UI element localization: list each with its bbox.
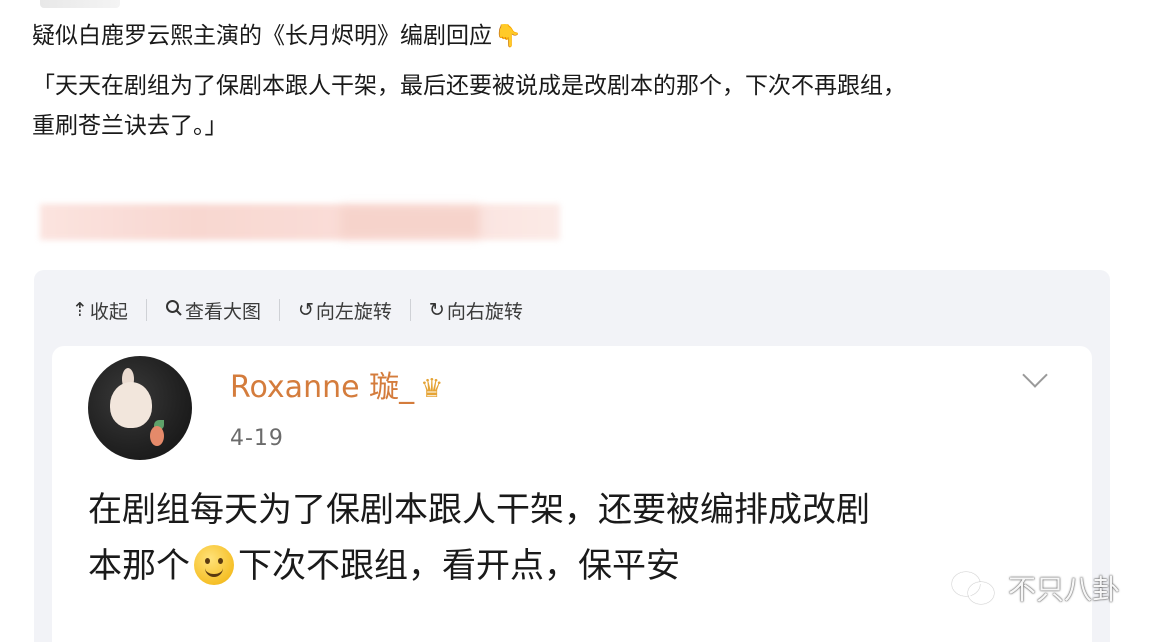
image-viewer-panel: ⇡ 收起 查看大图 ↺ 向左旋转 ↻ 向右旋转 Roxanne 璇_ ♛ 4-1… [34, 270, 1110, 642]
card-text-line-1: 在剧组每天为了保剧本跟人干架，还要被编排成改剧 [88, 490, 870, 530]
rotate-ccw-icon: ↺ [297, 299, 314, 321]
username[interactable]: Roxanne 璇_ ♛ [230, 368, 443, 409]
post-body-line-2: 重刷苍兰诀去了。」 [32, 113, 228, 139]
pointing-down-hand-icon: 👇 [494, 23, 522, 49]
rotate-left-button[interactable]: ↺ 向左旋转 [298, 297, 392, 324]
collapse-button[interactable]: ⇡ 收起 [72, 297, 128, 324]
wechat-icon [952, 570, 998, 606]
view-large-button[interactable]: 查看大图 [165, 297, 261, 324]
card-text-line-2-end: 下次不跟组，看开点，保平安 [238, 546, 680, 586]
magnifier-icon [165, 299, 183, 322]
image-toolbar: ⇡ 收起 查看大图 ↺ 向左旋转 ↻ 向右旋转 [72, 294, 523, 326]
watermark-text: 不只八卦 [1008, 573, 1121, 606]
post-title-text: 疑似白鹿罗云熙主演的《长月烬明》编剧回应 [32, 23, 492, 49]
toolbar-divider [145, 299, 147, 321]
rotate-right-button[interactable]: ↻ 向右旋转 [429, 297, 523, 324]
toolbar-divider [409, 299, 411, 321]
post-title: 疑似白鹿罗云熙主演的《长月烬明》编剧回应👇 [32, 20, 521, 53]
collapse-label: 收起 [89, 300, 128, 323]
view-large-label: 查看大图 [184, 300, 261, 323]
rotate-right-label: 向右旋转 [446, 300, 523, 323]
chevron-down-icon[interactable] [1022, 362, 1048, 388]
post-body-line-1: 「天天在剧组为了保剧本跟人干架，最后还要被说成是改剧本的那个，下次不再跟组， [32, 73, 906, 99]
card-text-line-2: 本那个 下次不跟组，看开点，保平安 [88, 538, 1068, 594]
blurred-redacted-strip [40, 204, 560, 240]
smile-emoji-icon [194, 545, 234, 585]
watermark: 不只八卦 [952, 568, 1120, 608]
toolbar-divider [278, 299, 280, 321]
truncated-header-fragment [40, 0, 120, 8]
username-text: Roxanne 璇_ [230, 370, 415, 405]
avatar[interactable] [88, 356, 192, 460]
rotate-left-label: 向左旋转 [315, 300, 392, 323]
avatar-carrot [150, 426, 164, 446]
rotate-cw-icon: ↻ [428, 299, 445, 321]
post-body: 「天天在剧组为了保剧本跟人干架，最后还要被说成是改剧本的那个，下次不再跟组， 重… [32, 66, 1132, 146]
card-text-line-2-start: 本那个 [88, 546, 190, 586]
avatar-bunny [110, 382, 152, 428]
crown-icon: ♛ [420, 373, 444, 404]
post-date: 4-19 [230, 426, 284, 451]
collapse-up-icon: ⇡ [72, 299, 88, 321]
screenshot-post-card: Roxanne 璇_ ♛ 4-19 在剧组每天为了保剧本跟人干架，还要被编排成改剧… [52, 346, 1092, 642]
card-post-text: 在剧组每天为了保剧本跟人干架，还要被编排成改剧 本那个 下次不跟组，看开点，保平安 [88, 482, 1068, 594]
